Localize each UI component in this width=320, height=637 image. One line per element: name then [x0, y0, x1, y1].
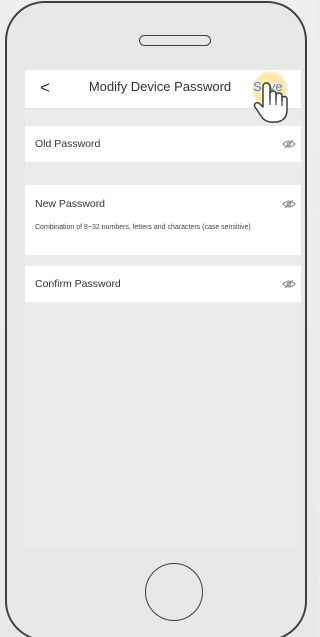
- confirm-password-label: Confirm Password: [35, 278, 121, 290]
- page-title: Modify Device Password: [88, 79, 232, 94]
- mockup-stage: < Modify Device Password Save Old Passwo…: [0, 0, 318, 637]
- phone-speaker: [139, 35, 211, 46]
- eye-hidden-icon[interactable]: [282, 199, 296, 209]
- app-screen: < Modify Device Password Save Old Passwo…: [25, 70, 301, 547]
- new-password-label: New Password: [35, 198, 106, 210]
- home-button[interactable]: [145, 563, 203, 621]
- chevron-left-icon[interactable]: <: [40, 77, 50, 99]
- eye-hidden-icon[interactable]: [282, 279, 296, 289]
- old-password-label: Old Password: [35, 138, 101, 150]
- confirm-password-field[interactable]: Confirm Password: [25, 266, 301, 302]
- pointer-hand-icon: [253, 82, 288, 123]
- nav-header: < Modify Device Password Save: [25, 70, 301, 123]
- eye-hidden-icon[interactable]: [282, 139, 296, 149]
- new-password-field[interactable]: New Password: [25, 185, 301, 255]
- old-password-field[interactable]: Old Password: [25, 126, 301, 162]
- password-hint: Combination of 8~32 numbers, letters and…: [35, 224, 251, 231]
